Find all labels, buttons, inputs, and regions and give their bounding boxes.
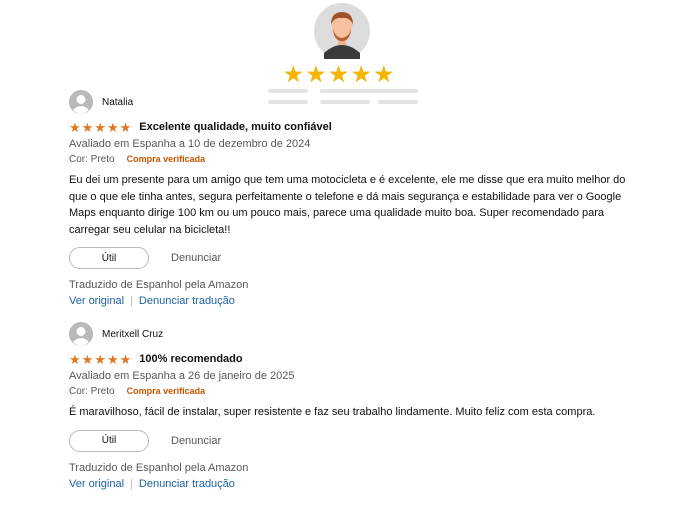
- review-card: Meritxell Cruz ★ ★ ★ ★ ★ 100% recomendado Av…: [69, 322, 629, 492]
- reviewer-row: Meritxell Cruz: [69, 322, 629, 346]
- translation-note: Traduzido de Espanhol pela Amazon: [69, 279, 249, 292]
- review-date: Avaliado em Espanha a 26 de janeiro de 2…: [69, 370, 295, 382]
- star-icon: ★: [94, 119, 106, 135]
- star-icon: ★: [81, 119, 94, 135]
- helpful-button[interactable]: Útil: [69, 247, 149, 270]
- verified-purchase-badge: Compra verificada: [126, 386, 206, 396]
- link-separator: |: [130, 295, 133, 308]
- star-icon: ★: [106, 119, 119, 135]
- star-icon: ★: [350, 61, 372, 87]
- star-icon: ★: [119, 119, 132, 135]
- star-icon: ★: [305, 61, 327, 87]
- review-date: Avaliado em Espanha a 10 de dezembro de …: [69, 138, 311, 150]
- review-body: É maravilhoso, fácil de instalar, super …: [69, 406, 596, 418]
- translation-note: Traduzido de Espanhol pela Amazon: [69, 461, 249, 474]
- review-actions: Útil Denunciar: [69, 429, 629, 453]
- user-avatar-icon: [69, 90, 93, 114]
- link-separator: |: [130, 477, 133, 490]
- hero-star-rating: ★ ★ ★ ★ ★: [283, 63, 394, 86]
- star-icon: ★: [283, 61, 304, 87]
- review-actions: Útil Denunciar: [69, 246, 629, 270]
- report-translation-link[interactable]: Denunciar tradução: [139, 477, 235, 492]
- review-star-rating[interactable]: ★ ★ ★ ★ ★: [69, 353, 131, 366]
- see-original-link[interactable]: Ver original: [69, 477, 124, 492]
- report-translation-link[interactable]: Denunciar tradução: [139, 294, 235, 309]
- reviewer-illustration-icon: [314, 3, 370, 59]
- review-title-row: ★ ★ ★ ★ ★ Excelente qualidade, muito confiáv…: [69, 119, 629, 135]
- variant-label: Cor: Preto: [69, 386, 115, 397]
- star-icon: ★: [69, 119, 81, 135]
- star-icon: ★: [69, 351, 81, 367]
- report-link[interactable]: Denunciar: [171, 252, 221, 264]
- star-icon: ★: [94, 351, 106, 367]
- star-icon: ★: [106, 351, 119, 367]
- star-icon: ★: [373, 61, 395, 87]
- review-star-rating[interactable]: ★ ★ ★ ★ ★: [69, 121, 131, 134]
- variant-label: Cor: Preto: [69, 154, 115, 165]
- reviewer-name[interactable]: Natalia: [102, 97, 133, 108]
- review-title[interactable]: Excelente qualidade, muito confiável: [139, 121, 332, 133]
- reviewer-row: Natalia: [69, 90, 629, 114]
- see-original-link[interactable]: Ver original: [69, 294, 124, 309]
- star-icon: ★: [119, 351, 132, 367]
- review-variant-row: Cor: Preto Compra verificada: [69, 152, 629, 167]
- translation-links: Ver original | Denunciar tradução: [69, 294, 629, 309]
- report-link[interactable]: Denunciar: [171, 435, 221, 447]
- star-icon: ★: [81, 351, 94, 367]
- review-variant-row: Cor: Preto Compra verificada: [69, 384, 629, 399]
- review-card: Natalia ★ ★ ★ ★ ★ Excelente qualidade, muito…: [69, 90, 629, 309]
- star-icon: ★: [328, 61, 349, 87]
- verified-purchase-badge: Compra verificada: [126, 154, 206, 164]
- translation-links: Ver original | Denunciar tradução: [69, 477, 629, 492]
- review-title-row: ★ ★ ★ ★ ★ 100% recomendado: [69, 351, 629, 367]
- reviewer-name[interactable]: Meritxell Cruz: [102, 329, 163, 340]
- helpful-button[interactable]: Útil: [69, 429, 149, 452]
- user-avatar-icon: [69, 322, 93, 346]
- review-body: Eu dei um presente para um amigo que tem…: [69, 174, 626, 236]
- review-title[interactable]: 100% recomendado: [139, 353, 242, 365]
